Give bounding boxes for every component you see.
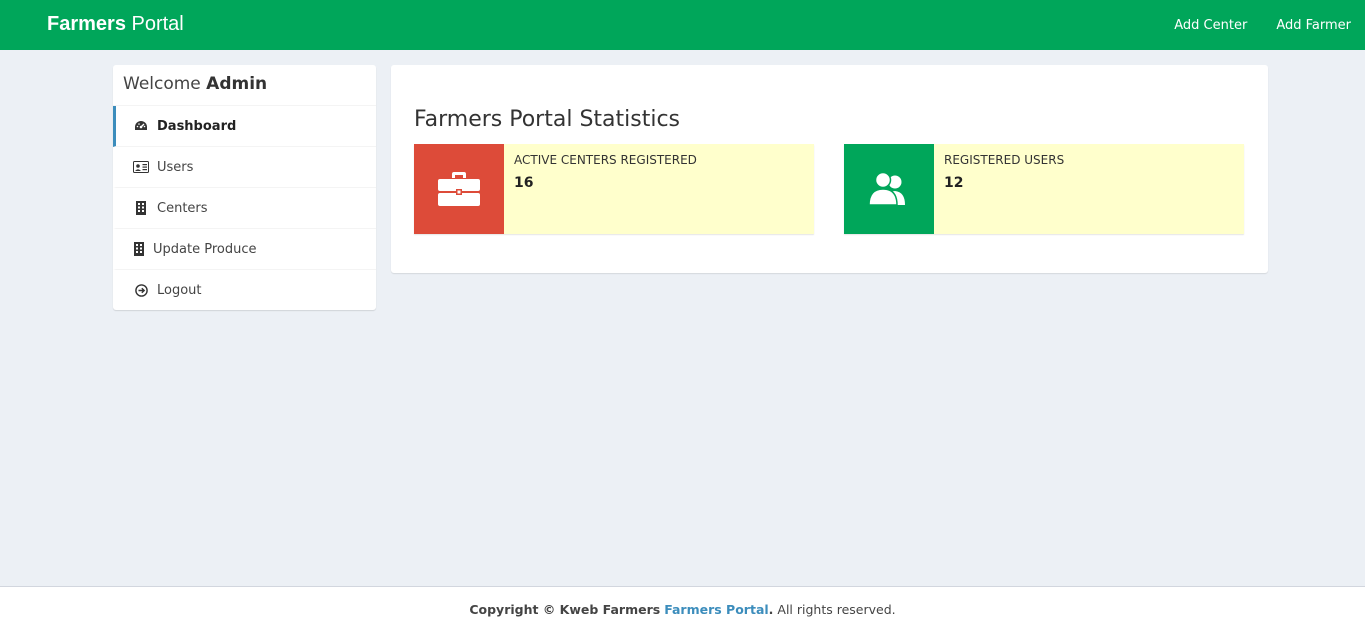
sidebar-item-label: Centers bbox=[157, 200, 208, 216]
building-icon bbox=[131, 242, 147, 256]
sidebar-item-label: Update Produce bbox=[153, 241, 257, 257]
sidebar-item-label: Users bbox=[157, 159, 194, 175]
sidebar-item-dashboard[interactable]: Dashboard bbox=[113, 106, 376, 147]
footer-portal-link[interactable]: Farmers Portal bbox=[664, 602, 768, 617]
brand-logo[interactable]: Farmers Portal bbox=[47, 13, 184, 36]
dashboard-icon bbox=[133, 119, 149, 133]
sidebar-item-label: Logout bbox=[157, 283, 202, 298]
footer: Copyright © Kweb Farmers Farmers Portal.… bbox=[0, 586, 1365, 632]
brand-rest: Portal bbox=[131, 13, 184, 35]
welcome-header: Welcome Admin bbox=[113, 65, 376, 106]
stat-value: 12 bbox=[944, 175, 964, 191]
add-center-link[interactable]: Add Center bbox=[1174, 18, 1247, 33]
logout-icon bbox=[133, 284, 149, 298]
add-farmer-link[interactable]: Add Farmer bbox=[1276, 18, 1351, 33]
welcome-text: Welcome bbox=[123, 74, 201, 94]
nav-links: Add Center Add Farmer bbox=[1145, 0, 1351, 50]
stat-card-active-centers: ACTIVE CENTERS REGISTERED 16 bbox=[414, 144, 814, 234]
sidebar: Welcome Admin Dashboard Users Centers Up… bbox=[113, 65, 376, 310]
footer-period: . bbox=[768, 602, 774, 617]
sidebar-item-centers[interactable]: Centers bbox=[113, 188, 376, 229]
page-title: Farmers Portal Statistics bbox=[414, 107, 681, 132]
welcome-user: Admin bbox=[206, 74, 268, 94]
users-icon bbox=[844, 144, 934, 234]
stat-label: REGISTERED USERS bbox=[944, 153, 1065, 167]
sidebar-item-label: Dashboard bbox=[157, 118, 237, 134]
stat-card-registered-users: REGISTERED USERS 12 bbox=[844, 144, 1244, 234]
id-card-icon bbox=[133, 160, 149, 174]
sidebar-item-update-produce[interactable]: Update Produce bbox=[113, 229, 376, 270]
brand-bold: Farmers bbox=[47, 13, 126, 35]
briefcase-icon bbox=[414, 144, 504, 234]
sidebar-item-users[interactable]: Users bbox=[113, 147, 376, 188]
stat-label: ACTIVE CENTERS REGISTERED bbox=[514, 153, 697, 167]
top-navbar: Farmers Portal Add Center Add Farmer bbox=[0, 0, 1365, 50]
stat-value: 16 bbox=[514, 175, 534, 191]
footer-rights: All rights reserved. bbox=[777, 602, 896, 617]
sidebar-item-logout[interactable]: Logout bbox=[113, 270, 376, 311]
footer-copyright: Copyright © Kweb Farmers bbox=[469, 602, 661, 617]
statistics-panel: Farmers Portal Statistics ACTIVE CENTERS… bbox=[391, 65, 1268, 273]
building-icon bbox=[133, 201, 149, 215]
